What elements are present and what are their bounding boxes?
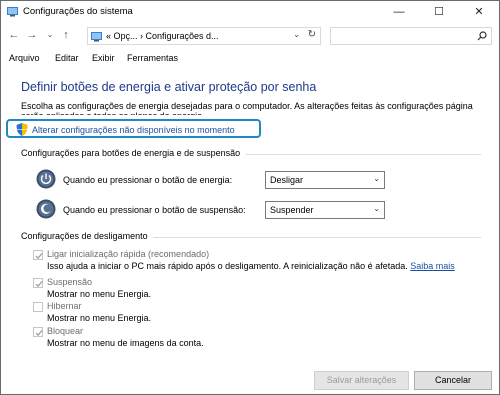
- forward-arrow-icon[interactable]: →: [25, 27, 39, 43]
- refresh-icon[interactable]: ↻: [308, 29, 316, 40]
- breadcrumb[interactable]: « Opç... › Configurações d...: [106, 31, 219, 41]
- sleep-button-icon: [36, 199, 56, 219]
- address-dropdown-icon[interactable]: ⌄: [293, 30, 300, 39]
- page-title: Definir botões de energia e ativar prote…: [21, 80, 317, 94]
- sleep-checkbox[interactable]: [33, 278, 43, 288]
- window: Configurações do sistema — ☐ ✕ ← → ⌄ ↑ «…: [0, 0, 500, 395]
- up-arrow-icon[interactable]: ↑: [59, 27, 73, 43]
- sleep-button-select-value: Suspender: [270, 205, 314, 215]
- address-bar[interactable]: « Opç... › Configurações d... ⌄ ↻: [87, 27, 321, 45]
- cancel-button[interactable]: Cancelar: [414, 371, 492, 390]
- sleep-label: Suspensão: [47, 277, 93, 287]
- title-bar: Configurações do sistema — ☐ ✕: [1, 1, 499, 23]
- fast-startup-desc: Isso ajuda a iniciar o PC mais rápido ap…: [47, 261, 455, 271]
- window-title: Configurações do sistema: [23, 6, 133, 17]
- checkmark-icon: [35, 330, 43, 337]
- search-input[interactable]: [330, 27, 492, 45]
- hibernate-label: Hibernar: [47, 301, 82, 311]
- control-panel-icon: [7, 7, 18, 17]
- control-panel-icon: [91, 32, 102, 42]
- sleep-button-select[interactable]: Suspender ⌄: [265, 201, 385, 219]
- back-arrow-icon[interactable]: ←: [7, 27, 21, 43]
- fast-startup-checkbox[interactable]: [33, 250, 43, 260]
- sleep-desc: Mostrar no menu Energia.: [47, 289, 152, 299]
- search-icon: [477, 31, 487, 41]
- minimize-button[interactable]: —: [379, 1, 419, 23]
- page-description: Escolha as configurações de energia dese…: [21, 101, 473, 115]
- sleep-button-label: Quando eu pressionar o botão de suspensã…: [63, 205, 246, 215]
- menu-bar: Arquivo Editar Exibir Ferramentas: [1, 50, 499, 67]
- learn-more-link[interactable]: Saiba mais: [410, 261, 455, 271]
- checkmark-icon: [35, 281, 43, 288]
- power-button-select[interactable]: Desligar ⌄: [265, 171, 385, 189]
- fast-startup-label: Ligar inicialização rápida (recomendado): [47, 249, 210, 259]
- group-divider: [153, 237, 481, 238]
- maximize-button[interactable]: ☐: [419, 1, 459, 23]
- power-button-label: Quando eu pressionar o botão de energia:: [63, 175, 233, 185]
- fast-startup-desc-text: Isso ajuda a iniciar o PC mais rápido ap…: [47, 261, 408, 271]
- menu-ferramentas[interactable]: Ferramentas: [127, 53, 178, 63]
- lock-desc: Mostrar no menu de imagens da conta.: [47, 338, 204, 348]
- power-button-select-value: Desligar: [270, 175, 304, 185]
- chevron-down-icon: ⌄: [373, 174, 380, 183]
- menu-editar[interactable]: Editar: [55, 53, 79, 63]
- footer: Salvar alterações Cancelar: [1, 363, 499, 394]
- menu-exibir[interactable]: Exibir: [92, 53, 115, 63]
- power-buttons-group-title: Configurações para botões de energia e d…: [21, 148, 241, 158]
- lock-label: Bloquear: [47, 326, 84, 336]
- checkmark-icon: [35, 253, 43, 260]
- uac-shield-icon: [16, 123, 28, 136]
- lock-checkbox[interactable]: [33, 327, 43, 337]
- group-divider: [246, 154, 481, 155]
- shutdown-group-title: Configurações de desligamento: [21, 231, 148, 241]
- menu-arquivo[interactable]: Arquivo: [9, 53, 40, 63]
- change-unavailable-settings-link[interactable]: Alterar configurações não disponíveis no…: [32, 125, 235, 135]
- recent-locations-icon[interactable]: ⌄: [43, 27, 57, 43]
- power-button-icon: [36, 169, 56, 189]
- hibernate-checkbox[interactable]: [33, 302, 43, 312]
- hibernate-desc: Mostrar no menu Energia.: [47, 313, 152, 323]
- navigation-bar: ← → ⌄ ↑ « Opç... › Configurações d... ⌄ …: [1, 23, 499, 49]
- main-content: Definir botões de energia e ativar prote…: [1, 67, 499, 363]
- close-button[interactable]: ✕: [459, 1, 499, 23]
- chevron-down-icon: ⌄: [373, 204, 380, 213]
- save-changes-button[interactable]: Salvar alterações: [314, 371, 409, 390]
